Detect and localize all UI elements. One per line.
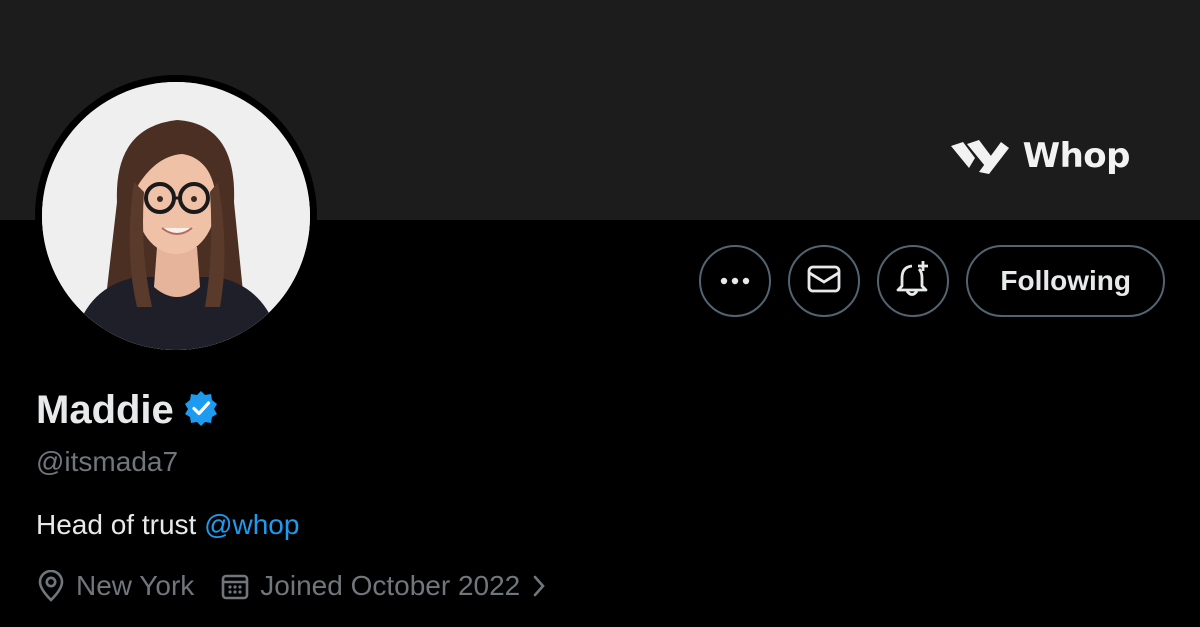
chevron-right-icon (530, 573, 548, 599)
location-pin-icon (36, 570, 66, 602)
location-item: New York (36, 570, 194, 602)
profile-bio: Head of trust @whop (36, 509, 299, 541)
more-icon (720, 272, 750, 290)
joined-text: Joined October 2022 (260, 570, 521, 601)
bio-text: Head of trust (36, 509, 205, 540)
profile-name-row: Maddie (36, 388, 220, 433)
banner-brand: Whop (949, 136, 1131, 176)
joined-item[interactable]: Joined October 2022 (220, 570, 548, 602)
calendar-icon (220, 571, 250, 601)
following-button[interactable]: Following (966, 245, 1165, 317)
avatar-photo (42, 82, 310, 350)
display-name: Maddie (36, 388, 174, 432)
mail-icon (807, 265, 841, 298)
banner-brand-name: Whop (1022, 136, 1131, 176)
profile-actions: Following (699, 245, 1165, 317)
avatar[interactable] (35, 75, 317, 357)
bio-mention-link[interactable]: @whop (204, 509, 299, 540)
location-text: New York (76, 570, 195, 601)
bell-plus-icon (895, 260, 931, 303)
message-button[interactable] (788, 245, 861, 317)
verified-badge-icon[interactable] (182, 389, 220, 432)
whop-logo-icon (949, 138, 1011, 174)
more-button[interactable] (699, 245, 772, 317)
profile-handle: @itsmada7 (36, 446, 179, 477)
notifications-button[interactable] (877, 245, 950, 317)
profile-meta: New York Joined October 2022 (36, 570, 548, 602)
